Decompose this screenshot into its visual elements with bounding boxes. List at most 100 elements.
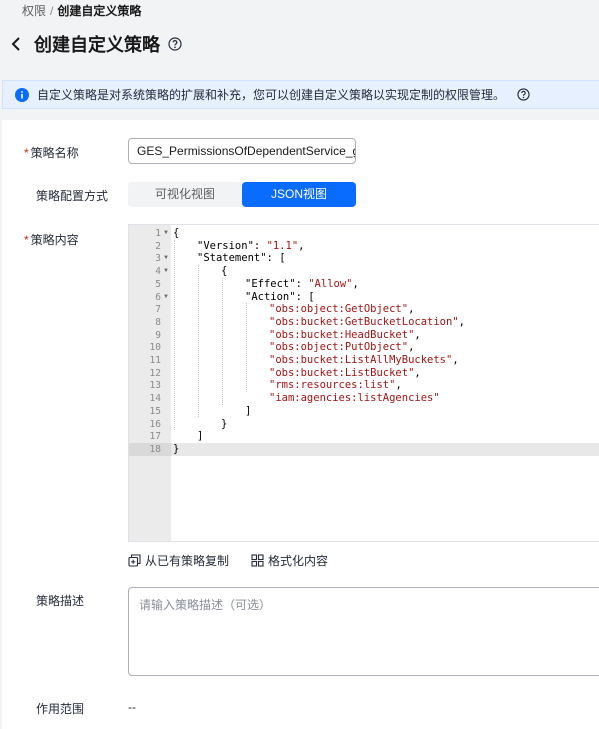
copy-icon — [128, 554, 141, 567]
code-line: "obs:object:PutObject", — [269, 341, 414, 354]
line-number: 16 — [149, 418, 161, 430]
description-textarea[interactable]: 请输入策略描述（可选） — [128, 587, 599, 676]
active-line-highlight — [171, 442, 599, 456]
code-line: ] — [197, 430, 203, 443]
code-token: "Statement" — [197, 252, 267, 265]
line-number: 8 — [155, 316, 161, 328]
required-mark: * — [24, 233, 29, 247]
code-token: , — [298, 239, 305, 252]
editor-gutter: 1 ▼ 2 3 ▼ 4 ▼ 5 6 ▼ 7 8 9 10 11 12 13 14 15 16 17 18 — [129, 225, 171, 541]
policy-content-label: * 策略内容 — [24, 231, 79, 248]
policy-name-input[interactable]: GES_PermissionsOfDependentService_glo — [128, 138, 356, 164]
line-number: 13 — [149, 380, 161, 392]
code-string: "rms:resources:list" — [269, 379, 396, 392]
indent-guide — [246, 303, 247, 393]
line-number: 11 — [149, 355, 161, 366]
code-line: "Effect": "Allow", — [245, 278, 359, 291]
line-number: 4 — [155, 266, 161, 278]
help-icon[interactable] — [517, 88, 530, 101]
policy-name-label-text: 策略名称 — [30, 146, 79, 160]
json-editor[interactable]: 1 ▼ 2 3 ▼ 4 ▼ 5 6 ▼ 7 8 9 10 11 12 13 14 15 16 17 18 {"Versio… — [128, 224, 599, 542]
code-string: "Allow" — [308, 277, 353, 290]
scope-label: 作用范围 — [36, 702, 85, 716]
code-string: "obs:bucket:HeadBucket" — [269, 328, 415, 341]
code-token: , — [352, 277, 359, 290]
copy-from-existing-button[interactable]: 从已有策略复制 — [128, 552, 229, 569]
code-string: "obs:bucket:ListBucket" — [269, 366, 415, 379]
code-token: } — [221, 417, 228, 430]
code-line: "obs:bucket:ListAllMyBuckets", — [269, 354, 459, 367]
info-banner: 自定义策略是对系统策略的扩展和补充，您可以创建自定义策略以实现定制的权限管理。 — [2, 80, 599, 109]
mode-visual-button[interactable]: 可视化视图 — [128, 182, 242, 207]
line-number: 2 — [155, 240, 161, 252]
breadcrumb: 权限 / 创建自定义策略 — [22, 2, 141, 19]
code-token: : — [295, 277, 309, 290]
code-token: , — [452, 354, 459, 366]
code-line: { — [173, 227, 179, 240]
description-label: 策略描述 — [36, 594, 85, 608]
banner-text: 自定义策略是对系统策略的扩展和补充，您可以创建自定义策略以实现定制的权限管理。 — [37, 88, 506, 102]
fold-toggle-icon[interactable]: ▼ — [163, 252, 169, 265]
line-number: 6 — [155, 291, 161, 303]
copy-label: 从已有策略复制 — [145, 554, 230, 568]
form-panel: * 策略名称 GES_PermissionsOfDependentService_… — [2, 120, 599, 729]
page-title: 创建自定义策略 — [34, 35, 160, 55]
fold-toggle-icon[interactable]: ▼ — [163, 291, 169, 304]
code-string: "obs:object:PutObject" — [269, 341, 409, 354]
code-line: "obs:object:GetObject", — [269, 303, 414, 316]
line-number: 17 — [149, 431, 161, 443]
code-token: "Effect" — [245, 277, 296, 290]
format-icon — [251, 554, 264, 567]
code-token: : — [253, 239, 267, 252]
code-line: "obs:bucket:GetBucketLocation", — [269, 316, 465, 329]
code-line: } — [173, 443, 179, 456]
indent-guide — [174, 239, 175, 431]
mode-json-button[interactable]: JSON视图 — [242, 182, 356, 207]
format-label: 格式化内容 — [268, 554, 329, 568]
code-token: , — [458, 315, 465, 328]
code-token: { — [173, 227, 180, 239]
code-line: "obs:bucket:HeadBucket", — [269, 329, 421, 342]
code-token: { — [221, 265, 228, 278]
config-mode-label: 策略配置方式 — [36, 189, 109, 203]
code-token: : [ — [266, 252, 286, 265]
code-token: "Version" — [197, 239, 254, 252]
code-string: "obs:bucket:ListAllMyBuckets" — [269, 354, 453, 366]
back-icon[interactable] — [6, 33, 28, 55]
code-token: , — [395, 379, 402, 392]
code-line: ] — [245, 405, 251, 418]
code-string: "1.1" — [266, 239, 299, 252]
line-number: 12 — [149, 367, 161, 379]
line-number: 14 — [149, 393, 161, 405]
editor-tools: 从已有策略复制 格式化内容 — [128, 552, 350, 569]
policy-content-label-text: 策略内容 — [30, 233, 79, 247]
code-line: "Action": [ — [245, 291, 315, 304]
indent-guide — [222, 277, 223, 405]
format-content-button[interactable]: 格式化内容 — [251, 552, 328, 569]
line-number: 18 — [149, 443, 161, 455]
required-mark: * — [24, 146, 29, 160]
code-line: "Statement": [ — [197, 252, 286, 265]
code-token: : [ — [295, 290, 315, 303]
line-number: 9 — [155, 329, 161, 341]
code-token: , — [408, 341, 415, 354]
scope-value: -- — [128, 700, 136, 714]
code-line: "rms:resources:list", — [269, 379, 402, 392]
line-number: 3 — [155, 253, 161, 265]
fold-toggle-icon[interactable]: ▼ — [163, 265, 169, 278]
editor-code-area[interactable]: {"Version": "1.1", "Statement": [{"Effect… — [171, 225, 599, 541]
code-token: } — [173, 442, 180, 455]
info-icon — [15, 87, 29, 102]
code-token: , — [414, 366, 421, 379]
code-line: { — [221, 265, 227, 278]
code-line: } — [221, 418, 227, 431]
fold-toggle-icon[interactable]: ▼ — [163, 227, 169, 240]
page-header: 创建自定义策略 — [6, 30, 182, 58]
line-number: 10 — [149, 342, 161, 354]
policy-name-label: * 策略名称 — [24, 144, 79, 161]
breadcrumb-parent[interactable]: 权限 — [22, 4, 46, 18]
indent-guide — [198, 265, 199, 418]
code-token: , — [408, 303, 415, 316]
code-token: , — [414, 328, 421, 341]
help-icon[interactable] — [168, 37, 182, 51]
